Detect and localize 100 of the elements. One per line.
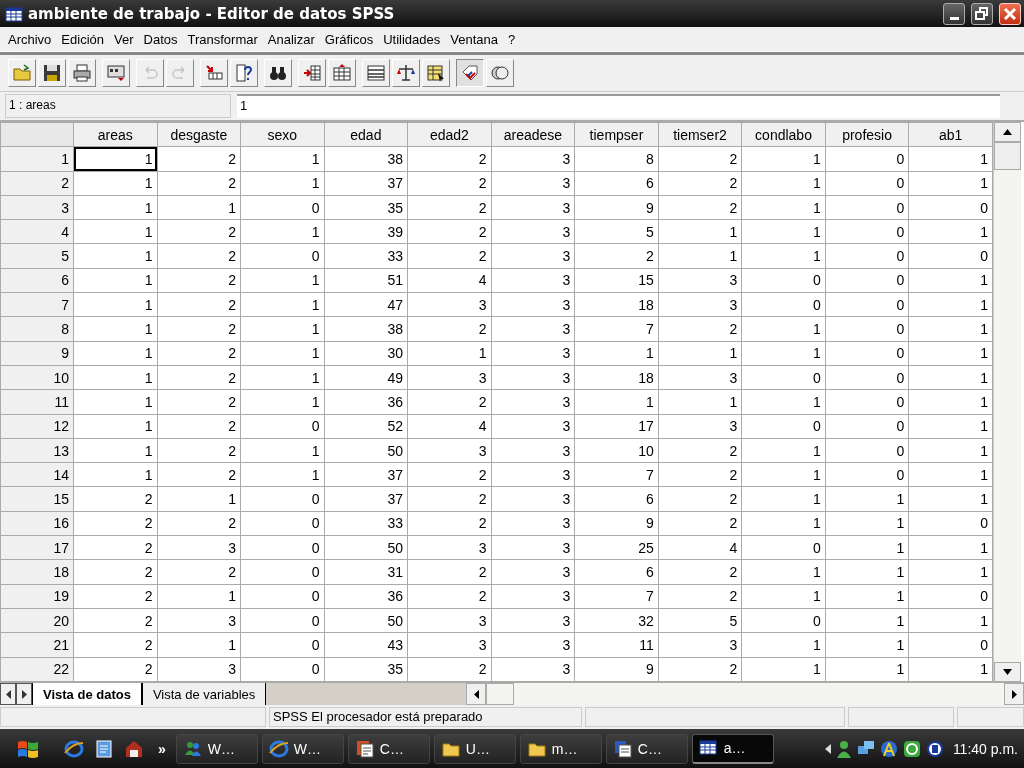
- scroll-left-button[interactable]: [466, 683, 487, 705]
- table-cell[interactable]: 18: [574, 292, 659, 317]
- table-cell[interactable]: 0: [825, 292, 909, 317]
- table-cell[interactable]: 1: [908, 341, 993, 366]
- table-cell[interactable]: 3: [491, 219, 575, 244]
- table-cell[interactable]: 2: [157, 341, 241, 366]
- sheet-tab[interactable]: Vista de datos: [32, 683, 142, 705]
- table-cell[interactable]: 2: [73, 657, 158, 682]
- table-cell[interactable]: 0: [741, 292, 826, 317]
- table-cell[interactable]: 1: [240, 341, 325, 366]
- table-cell[interactable]: 2: [407, 657, 492, 682]
- table-cell[interactable]: 1: [240, 292, 325, 317]
- table-cell[interactable]: 1: [908, 292, 993, 317]
- table-cell[interactable]: 1: [73, 462, 158, 487]
- table-cell[interactable]: 0: [741, 365, 826, 390]
- table-cell[interactable]: 50: [324, 608, 408, 633]
- table-cell[interactable]: 9: [574, 511, 659, 536]
- table-cell[interactable]: 3: [407, 365, 492, 390]
- table-cell[interactable]: 1: [825, 535, 909, 560]
- column-header[interactable]: sexo: [240, 122, 325, 147]
- column-header[interactable]: edad2: [407, 122, 492, 147]
- row-header[interactable]: 21: [0, 632, 74, 658]
- table-cell[interactable]: 0: [825, 438, 909, 463]
- table-cell[interactable]: 3: [491, 438, 575, 463]
- table-cell[interactable]: 3: [491, 584, 575, 609]
- menu-item[interactable]: Analizar: [262, 31, 320, 47]
- scroll-up-button[interactable]: [994, 122, 1021, 142]
- table-cell[interactable]: 2: [407, 171, 492, 196]
- table-cell[interactable]: 0: [240, 535, 325, 560]
- table-cell[interactable]: 0: [908, 584, 993, 609]
- table-cell[interactable]: 1: [908, 462, 993, 487]
- table-cell[interactable]: 3: [658, 414, 742, 439]
- row-header[interactable]: 5: [0, 244, 74, 269]
- table-cell[interactable]: 2: [157, 171, 241, 196]
- table-cell[interactable]: 1: [157, 195, 241, 220]
- table-cell[interactable]: 33: [324, 511, 408, 536]
- row-header[interactable]: 1: [0, 146, 74, 172]
- row-header[interactable]: 22: [0, 657, 74, 682]
- table-cell[interactable]: 3: [491, 195, 575, 220]
- table-cell[interactable]: 1: [741, 341, 826, 366]
- horizontal-scrollbar[interactable]: [466, 683, 1024, 705]
- table-cell[interactable]: 2: [658, 438, 742, 463]
- column-header[interactable]: areas: [73, 122, 158, 147]
- menu-item[interactable]: Edición: [56, 31, 109, 47]
- column-header[interactable]: areadese: [491, 122, 575, 147]
- menu-item[interactable]: Utilidades: [378, 31, 446, 47]
- table-cell[interactable]: 0: [825, 365, 909, 390]
- table-cell[interactable]: 1: [73, 268, 158, 293]
- row-header[interactable]: 11: [0, 389, 74, 415]
- table-cell[interactable]: 1: [825, 511, 909, 536]
- table-cell[interactable]: 3: [491, 511, 575, 536]
- table-cell[interactable]: 6: [574, 171, 659, 196]
- scroll-thumb[interactable]: [486, 683, 515, 705]
- table-cell[interactable]: 2: [658, 657, 742, 682]
- table-cell[interactable]: 2: [407, 195, 492, 220]
- table-cell[interactable]: 0: [825, 171, 909, 196]
- table-cell[interactable]: 0: [741, 535, 826, 560]
- table-cell[interactable]: 1: [741, 462, 826, 487]
- taskbar-button[interactable]: C…: [605, 733, 688, 764]
- table-cell[interactable]: 0: [240, 657, 325, 682]
- table-cell[interactable]: 7: [574, 584, 659, 609]
- column-header[interactable]: profesio: [825, 122, 909, 147]
- table-cell[interactable]: 1: [825, 657, 909, 682]
- table-cell[interactable]: 1: [73, 341, 158, 366]
- column-header[interactable]: condlabo: [741, 122, 826, 147]
- row-header[interactable]: 13: [0, 438, 74, 463]
- table-cell[interactable]: 1: [240, 219, 325, 244]
- row-header[interactable]: 2: [0, 171, 74, 196]
- table-cell[interactable]: 1: [240, 268, 325, 293]
- table-cell[interactable]: 9: [574, 657, 659, 682]
- row-header[interactable]: 19: [0, 584, 74, 609]
- row-header[interactable]: 17: [0, 535, 74, 560]
- document-icon[interactable]: [94, 738, 114, 759]
- taskbar-button[interactable]: W…: [175, 733, 258, 764]
- table-cell[interactable]: 18: [574, 365, 659, 390]
- table-cell[interactable]: 0: [908, 195, 993, 220]
- table-cell[interactable]: 3: [658, 292, 742, 317]
- table-cell[interactable]: 1: [741, 195, 826, 220]
- table-cell[interactable]: 3: [491, 462, 575, 487]
- table-cell[interactable]: 0: [908, 511, 993, 536]
- table-cell[interactable]: 2: [157, 414, 241, 439]
- table-cell[interactable]: 4: [407, 414, 492, 439]
- table-cell[interactable]: 1: [741, 171, 826, 196]
- scroll-thumb[interactable]: [994, 142, 1021, 170]
- table-cell[interactable]: 2: [157, 365, 241, 390]
- cell-value-field[interactable]: 1: [237, 94, 1000, 118]
- table-cell[interactable]: 1: [240, 438, 325, 463]
- table-cell[interactable]: 39: [324, 219, 408, 244]
- house-icon[interactable]: [124, 738, 144, 759]
- taskbar-button[interactable]: a…: [691, 733, 774, 764]
- table-cell[interactable]: 50: [324, 535, 408, 560]
- restore-button[interactable]: [971, 2, 993, 25]
- table-cell[interactable]: 1: [908, 535, 993, 560]
- table-cell[interactable]: 10: [574, 438, 659, 463]
- table-cell[interactable]: 25: [574, 535, 659, 560]
- table-cell[interactable]: 1: [825, 608, 909, 633]
- table-cell[interactable]: 2: [157, 511, 241, 536]
- table-cell[interactable]: 15: [574, 268, 659, 293]
- table-cell[interactable]: 4: [407, 268, 492, 293]
- column-header[interactable]: desgaste: [157, 122, 241, 147]
